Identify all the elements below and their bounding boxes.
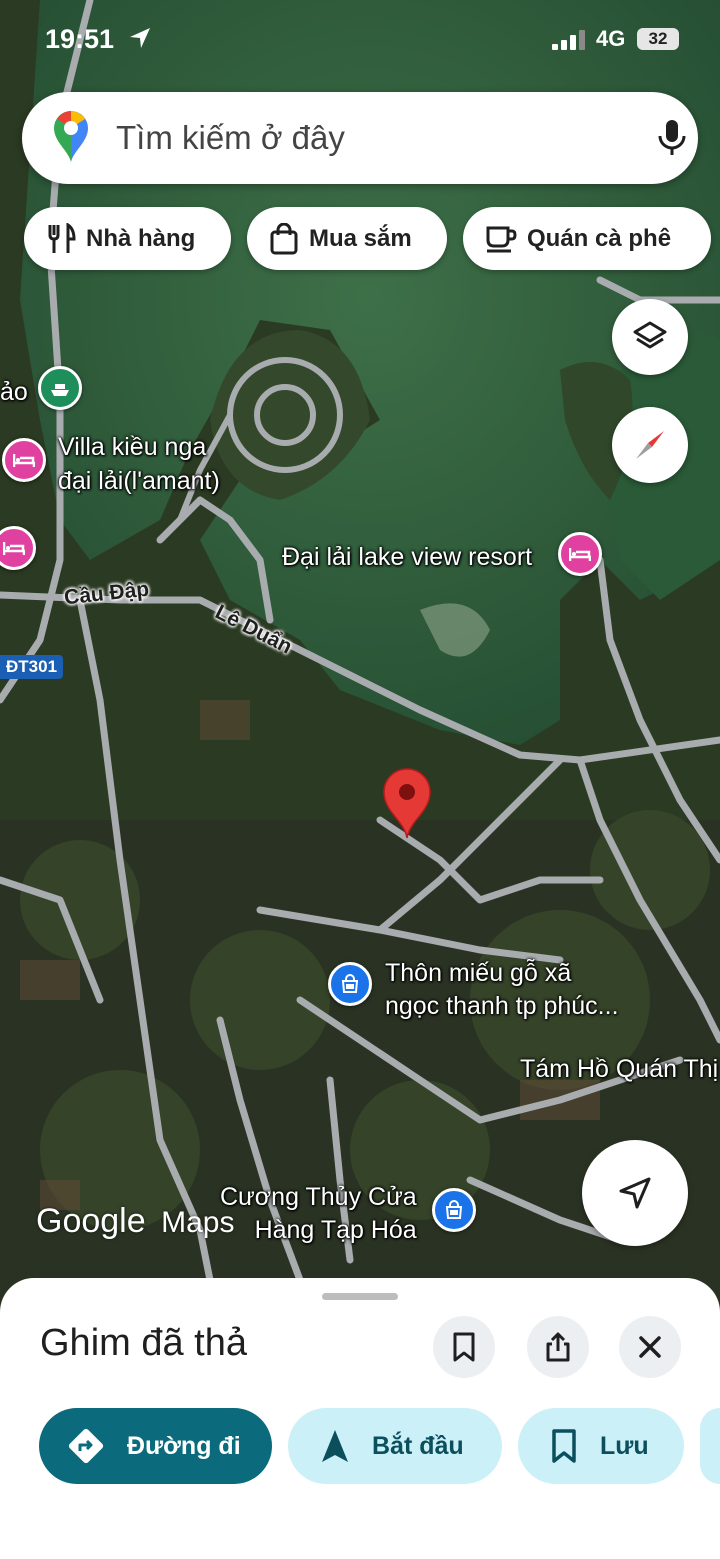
share-icon: [546, 1332, 570, 1362]
battery-indicator: 32: [637, 28, 679, 50]
place-label-villa[interactable]: Villa kiều nga đại lải(l'amant): [58, 430, 220, 498]
chip-label: Mua sắm: [309, 224, 412, 252]
search-bar[interactable]: Tìm kiếm ở đây: [22, 92, 698, 184]
status-bar: 19:51 4G 32: [0, 22, 720, 58]
save-icon-button[interactable]: [433, 1316, 495, 1378]
hotel-poi-icon[interactable]: [558, 532, 602, 576]
google-wordmark: Google: [36, 1202, 146, 1240]
road-shield-dt301: ĐT301: [0, 655, 64, 679]
bookmark-icon: [552, 1429, 576, 1463]
close-button[interactable]: [619, 1316, 681, 1378]
more-actions-button-peek[interactable]: [700, 1408, 720, 1484]
google-maps-pin-logo-icon: [54, 111, 88, 162]
navigation-arrow-icon: [322, 1430, 348, 1462]
layers-icon: [633, 321, 667, 349]
save-label: Lưu: [600, 1431, 649, 1460]
maps-wordmark: Maps: [161, 1206, 235, 1239]
navigation-arrow-icon: [619, 1177, 651, 1209]
place-label-thon-mieu[interactable]: Thôn miếu gỗ xã ngọc thanh tp phúc...: [385, 957, 619, 1023]
ferry-poi-icon[interactable]: [38, 366, 82, 410]
bookmark-icon: [453, 1332, 475, 1362]
place-label-tam-ho[interactable]: Tám Hồ Quán Thị: [520, 1053, 718, 1086]
chip-cafe[interactable]: Quán cà phê: [463, 207, 711, 270]
directions-label: Đường đi: [127, 1431, 241, 1460]
bottom-sheet[interactable]: Ghim đã thả Đường đi Bắt đầu Lưu: [0, 1278, 720, 1559]
network-type: 4G: [596, 26, 626, 51]
chip-label: Nhà hàng: [86, 224, 196, 252]
compass-button[interactable]: [612, 407, 688, 483]
microphone-icon[interactable]: [656, 118, 688, 158]
place-label-resort[interactable]: Đại lải lake view resort: [282, 541, 532, 574]
google-maps-watermark: Google Maps: [36, 1202, 234, 1241]
start-label: Bắt đầu: [372, 1431, 464, 1460]
search-input[interactable]: Tìm kiếm ở đây: [116, 119, 345, 157]
chip-label: Quán cà phê: [527, 224, 672, 252]
shopping-bag-icon: [270, 222, 298, 254]
restaurant-icon: [48, 222, 76, 253]
shop-poi-icon[interactable]: [432, 1188, 476, 1232]
shop-poi-icon[interactable]: [328, 962, 372, 1006]
chip-restaurants[interactable]: Nhà hàng: [24, 207, 231, 270]
location-arrow-icon: [130, 28, 150, 48]
compass-icon: [636, 431, 664, 459]
start-button[interactable]: Bắt đầu: [288, 1408, 502, 1484]
dropped-pin-icon[interactable]: [382, 768, 432, 840]
share-button[interactable]: [527, 1316, 589, 1378]
status-time: 19:51: [45, 24, 115, 54]
my-location-button[interactable]: [582, 1140, 688, 1246]
signal-bars-icon: [552, 30, 585, 50]
chip-shopping[interactable]: Mua sắm: [247, 207, 447, 270]
layers-button[interactable]: [612, 299, 688, 375]
place-label-left-edge[interactable]: ảo: [0, 376, 28, 409]
save-button[interactable]: Lưu: [518, 1408, 684, 1484]
close-icon: [639, 1336, 661, 1358]
sheet-title: Ghim đã thả: [40, 1322, 247, 1364]
hotel-poi-icon[interactable]: [2, 438, 46, 482]
directions-icon: [68, 1428, 104, 1464]
sheet-grabber-handle[interactable]: [322, 1293, 398, 1300]
directions-button[interactable]: Đường đi: [39, 1408, 272, 1484]
coffee-cup-icon: [486, 226, 517, 252]
place-label-cuong-thuy[interactable]: Cương Thủy Cửa Hàng Tạp Hóa: [220, 1181, 417, 1247]
